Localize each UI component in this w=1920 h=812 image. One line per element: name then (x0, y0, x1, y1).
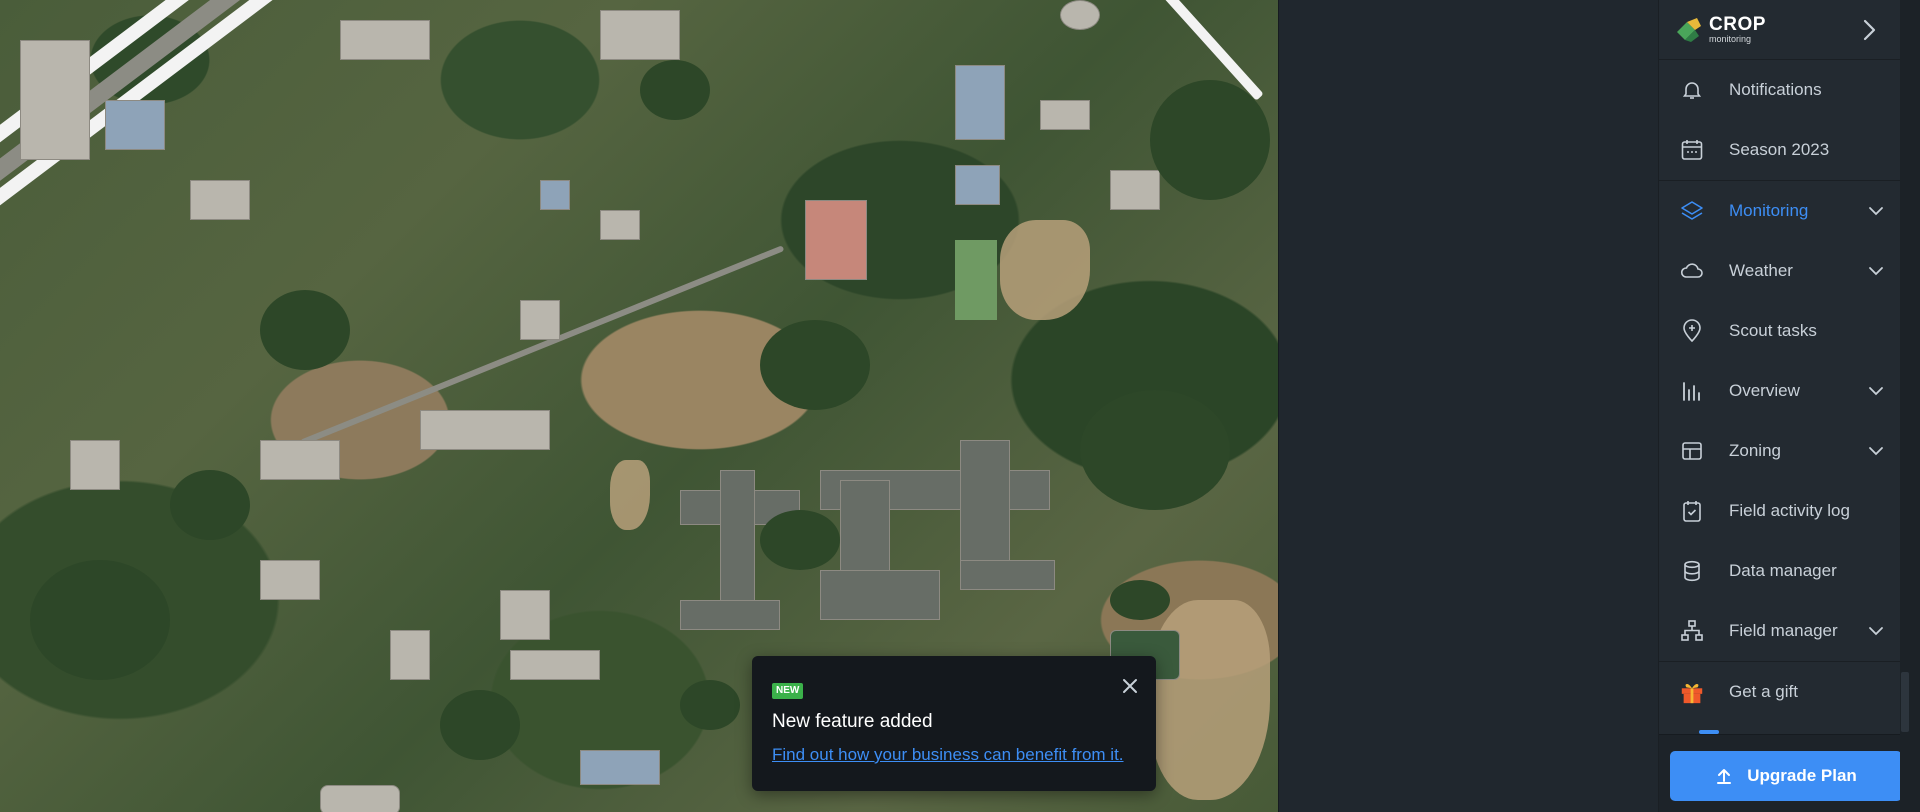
chevron-right-icon[interactable] (1858, 18, 1880, 42)
chevron-down-icon (1868, 443, 1884, 459)
calendar-icon (1679, 137, 1705, 163)
sidebar-item-label: Weather (1729, 261, 1793, 280)
chevron-down-icon (1868, 383, 1884, 399)
sidebar-item-label: Get a gift (1729, 682, 1798, 701)
side-panel (1278, 0, 1658, 812)
sidebar-item-label: Data manager (1729, 561, 1837, 580)
chevron-down-icon (1868, 203, 1884, 219)
sidebar-item-overview[interactable]: Overview (1659, 361, 1900, 421)
scrollbar-thumb[interactable] (1901, 672, 1909, 732)
cloud-icon (1679, 258, 1705, 284)
logo-subtitle: monitoring (1709, 34, 1752, 44)
pin-icon (1679, 318, 1705, 344)
new-feature-toast: NEW New feature added Find out how your … (752, 656, 1156, 791)
sidebar-item-weather[interactable]: Weather (1659, 241, 1900, 301)
sidebar-item-label: Zoning (1729, 441, 1781, 460)
sidebar-item-field-activity-log[interactable]: Field activity log (1659, 481, 1900, 541)
upgrade-plan-button[interactable]: Upgrade Plan (1670, 751, 1902, 801)
logo-text: CROP monitoring (1709, 15, 1766, 44)
sidebar-item-data-manager[interactable]: Data manager (1659, 541, 1900, 601)
sidebar-item-label: Overview (1729, 381, 1800, 400)
upgrade-area: Upgrade Plan (1659, 734, 1902, 812)
database-icon (1679, 558, 1705, 584)
sidebar-item-label: Scout tasks (1729, 321, 1817, 340)
new-badge: NEW (772, 683, 804, 699)
chevron-down-icon (1868, 623, 1884, 639)
sidebar-item-label: Monitoring (1729, 201, 1809, 220)
layout-icon (1679, 438, 1705, 464)
toast-title: New feature added (772, 711, 933, 732)
upgrade-plan-label: Upgrade Plan (1747, 766, 1857, 785)
sidebar-item-monitoring[interactable]: Monitoring (1659, 181, 1900, 241)
sidebar-item-label: Notifications (1729, 80, 1822, 99)
upload-icon (1715, 767, 1733, 785)
sidebar-item-get-a-gift[interactable]: Get a gift (1659, 662, 1900, 722)
layers-icon (1679, 198, 1705, 224)
sidebar-item-season[interactable]: Season 2023 (1659, 120, 1900, 180)
sidebar-item-scout-tasks[interactable]: Scout tasks (1659, 301, 1900, 361)
logo-title: CROP (1709, 14, 1766, 35)
sidebar-item-zoning[interactable]: Zoning (1659, 421, 1900, 481)
clipboard-check-icon (1679, 498, 1705, 524)
chevron-down-icon (1868, 263, 1884, 279)
sidebar-item-notifications[interactable]: Notifications (1659, 60, 1900, 120)
sidebar-item-label: Season 2023 (1729, 140, 1830, 159)
close-icon[interactable] (1120, 676, 1140, 696)
crop-logo-icon (1675, 16, 1703, 44)
toast-learn-more-link[interactable]: Find out how your business can benefit f… (772, 745, 1136, 765)
hierarchy-icon (1679, 618, 1705, 644)
bar-chart-icon (1679, 378, 1705, 404)
gift-icon (1679, 679, 1705, 705)
logo-row: CROP monitoring (1659, 0, 1900, 60)
app-root: NEW New feature added Find out how your … (0, 0, 1920, 812)
bell-icon (1679, 77, 1705, 103)
sidebar-item-field-manager[interactable]: Field manager (1659, 601, 1900, 661)
sidebar-item-label: Field manager (1729, 621, 1838, 640)
sidebar: CROP monitoring Notifications Season 202… (1658, 0, 1902, 812)
sidebar-item-label: Field activity log (1729, 501, 1850, 520)
